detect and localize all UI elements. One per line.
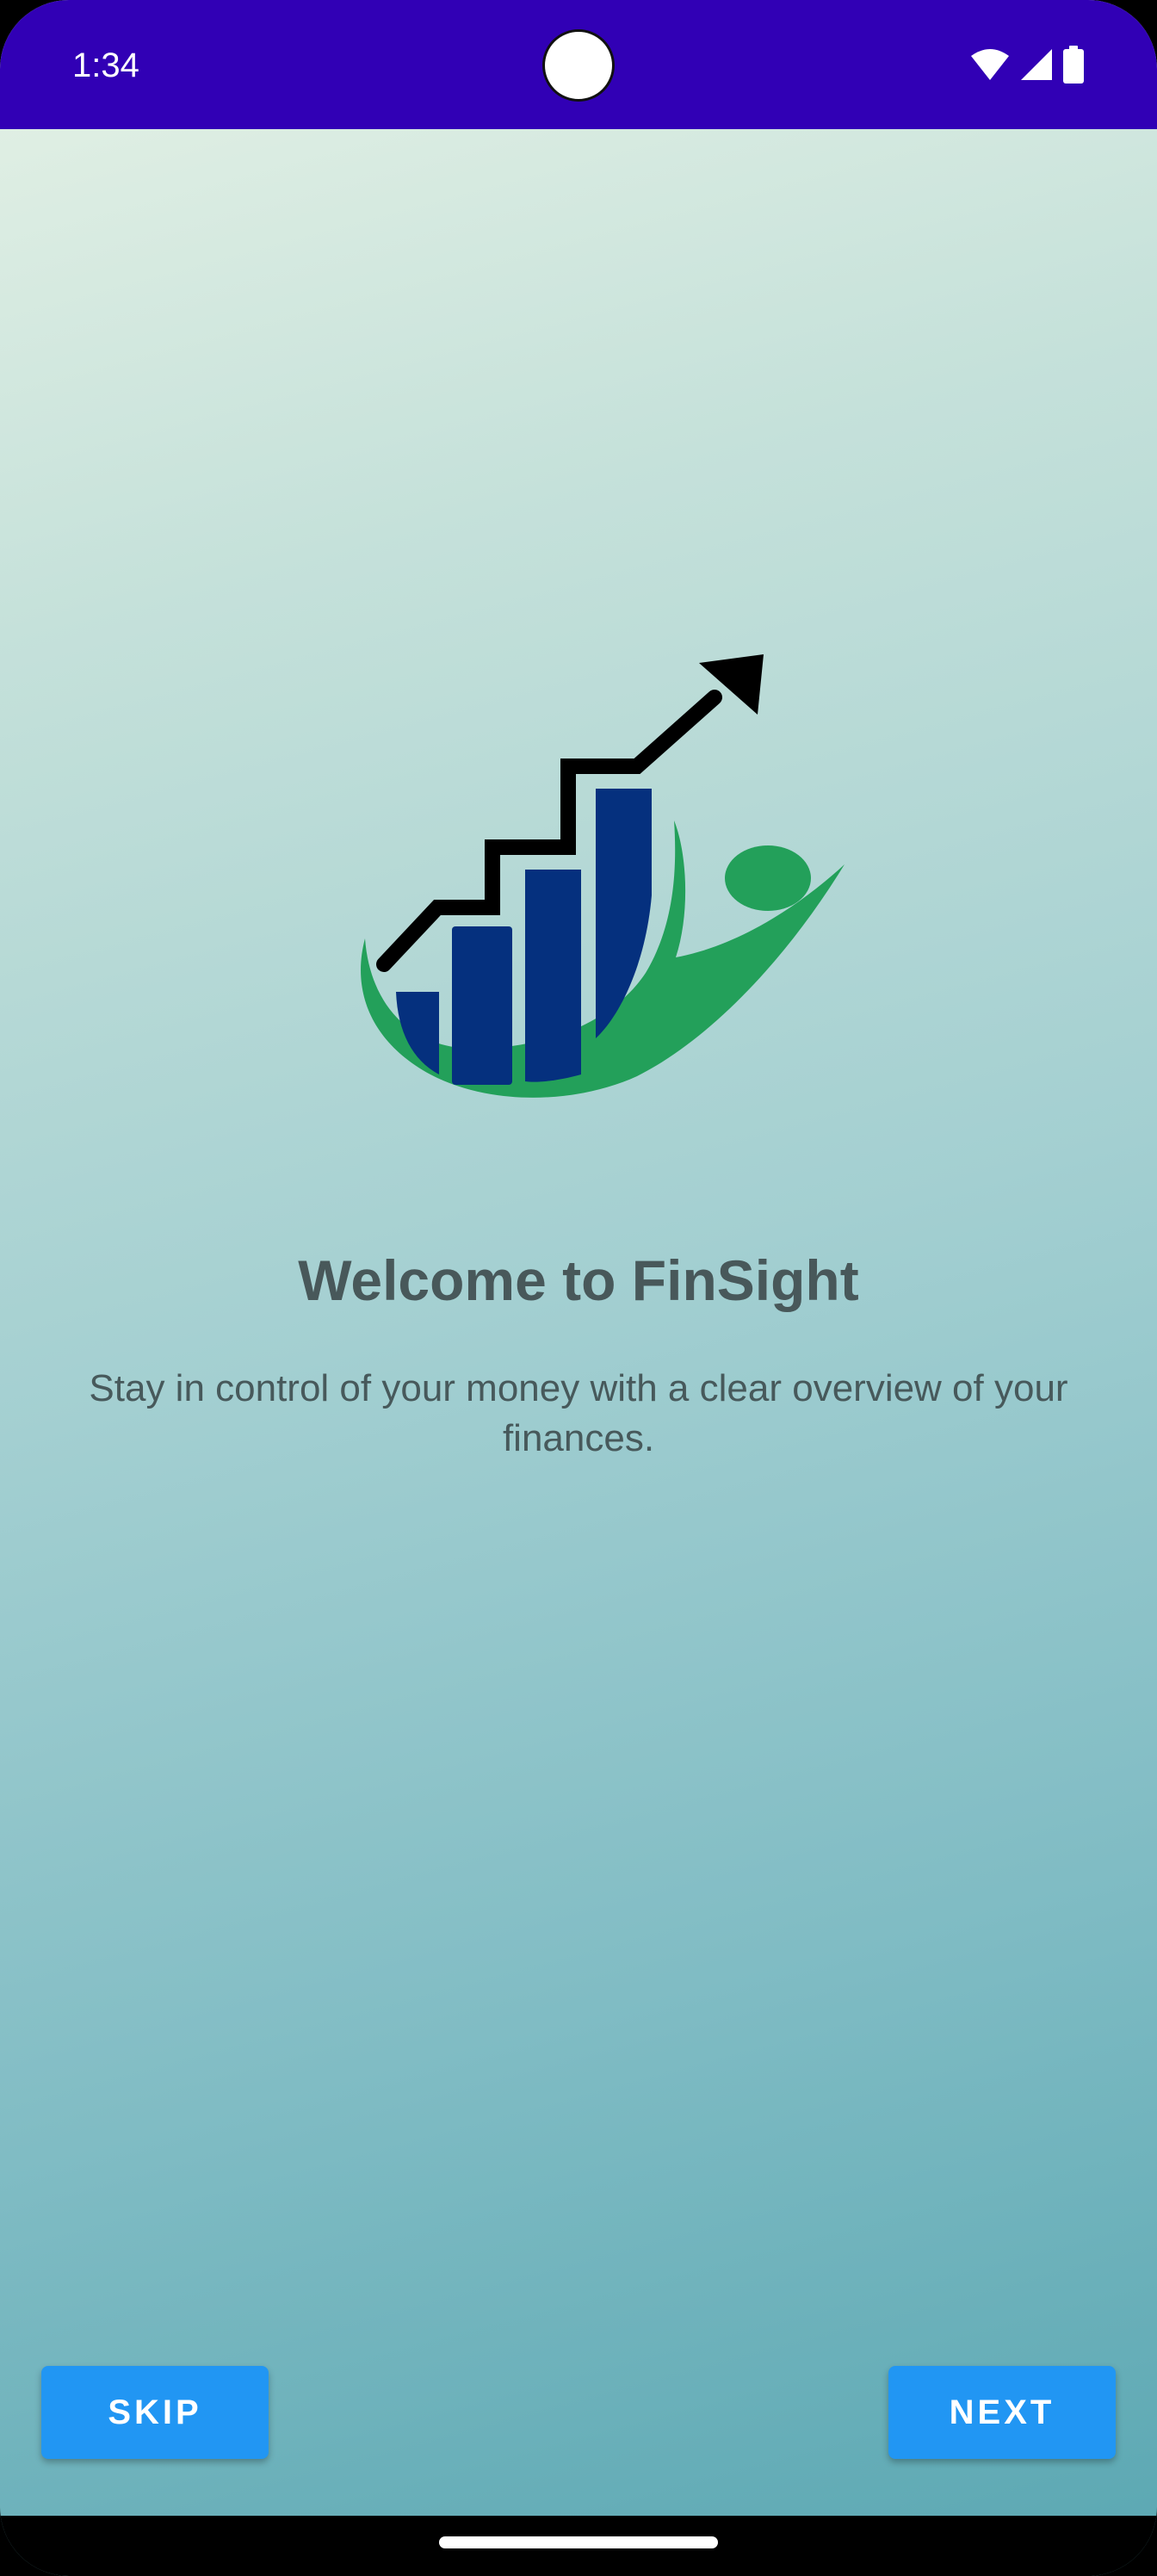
logo-head	[725, 845, 811, 911]
status-bar: 1:34	[0, 0, 1157, 129]
welcome-title: Welcome to FinSight	[298, 1248, 859, 1312]
battery-icon	[1063, 46, 1084, 84]
signal-icon	[1021, 49, 1052, 80]
skip-button[interactable]: SKIP	[41, 2366, 269, 2459]
status-time: 1:34	[72, 46, 139, 84]
welcome-subtitle: Stay in control of your money with a cle…	[89, 1367, 1068, 1459]
status-icons	[969, 43, 1085, 86]
onboarding-screen: 1:34 Welcome to FinSight Stay in control…	[0, 0, 1157, 2576]
navigation-bar	[0, 2516, 1157, 2576]
camera-cutout	[542, 29, 615, 102]
home-gesture-handle[interactable]	[439, 2536, 718, 2548]
finsight-logo-icon	[361, 654, 845, 1098]
logo-bar-3	[525, 870, 581, 1082]
next-button[interactable]: NEXT	[888, 2366, 1116, 2459]
logo-bar-2	[452, 926, 512, 1085]
wifi-icon	[971, 49, 1009, 80]
